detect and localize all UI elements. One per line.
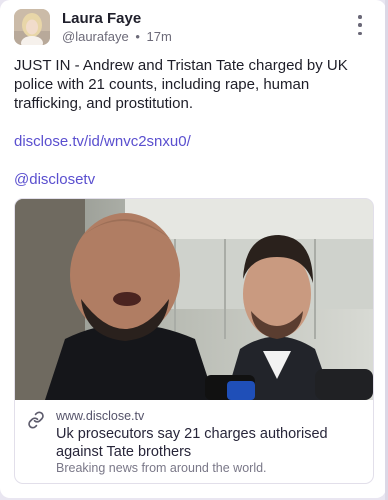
meta-separator: • [135, 29, 140, 44]
post-body: JUST IN - Andrew and Tristan Tate charge… [14, 56, 372, 189]
author-handle[interactable]: @laurafaye [62, 29, 129, 44]
preview-description: Breaking news from around the world. [56, 461, 267, 475]
preview-image [15, 199, 373, 400]
preview-info: www.disclose.tv Uk prosecutors say 21 ch… [15, 400, 373, 483]
more-vertical-icon[interactable] [354, 15, 366, 35]
link-icon [28, 411, 44, 429]
preview-headline[interactable]: Uk prosecutors say 21 charges authorised… [56, 425, 356, 461]
status-link[interactable]: disclose.tv/id/wnvc2snxu0/ [14, 132, 372, 151]
status-text: JUST IN - Andrew and Tristan Tate charge… [14, 57, 348, 112]
author-name[interactable]: Laura Faye [62, 10, 141, 27]
author-meta: @laurafaye • 17m [62, 29, 172, 44]
post-card: Laura Faye @laurafaye • 17m JUST IN - An… [0, 0, 386, 498]
link-preview-card[interactable]: www.disclose.tv Uk prosecutors say 21 ch… [14, 198, 374, 484]
preview-domain: www.disclose.tv [56, 409, 145, 423]
avatar[interactable] [14, 9, 50, 45]
post-header: Laura Faye @laurafaye • 17m [14, 9, 372, 45]
post-time[interactable]: 17m [147, 29, 172, 44]
mention-link[interactable]: @disclosetv [14, 170, 372, 189]
avatar-image [14, 9, 50, 45]
